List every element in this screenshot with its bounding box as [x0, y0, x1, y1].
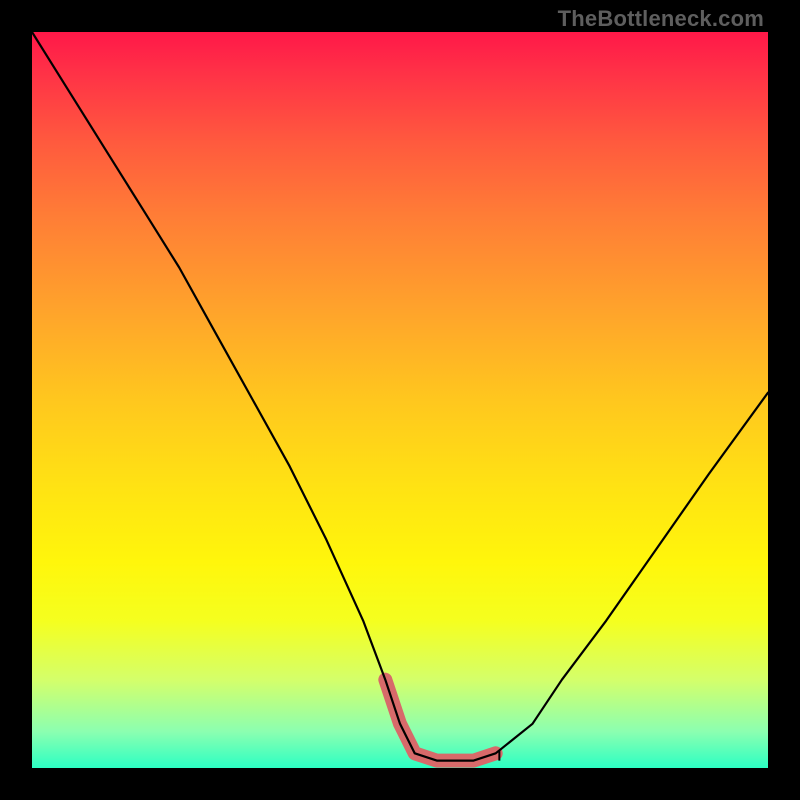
- watermark-text: TheBottleneck.com: [558, 6, 764, 32]
- plot-area: [32, 32, 768, 768]
- chart-container: TheBottleneck.com: [0, 0, 800, 800]
- chart-svg: [32, 32, 768, 768]
- valley-highlight: [385, 680, 495, 761]
- bottleneck-curve: [32, 32, 768, 761]
